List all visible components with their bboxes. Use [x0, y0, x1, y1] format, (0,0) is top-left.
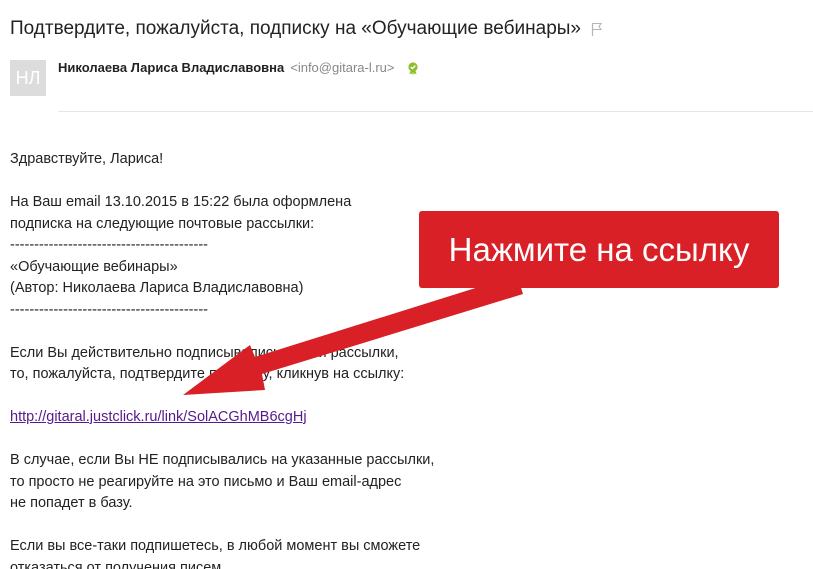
sender-name[interactable]: Николаева Лариса Владиславовна: [58, 60, 284, 75]
header-divider: [58, 111, 813, 112]
avatar[interactable]: НЛ: [10, 60, 46, 96]
email-body: Здравствуйте, Лариса! На Ваш email 13.10…: [10, 149, 434, 569]
confirm-link[interactable]: http://gitaral.justclick.ru/link/SolACGh…: [10, 409, 307, 425]
email-view: Подтвердите, пожалуйста, подписку на «Об…: [0, 0, 813, 569]
separator: ----------------------------------------…: [10, 237, 208, 253]
intro-line: подписка на следующие почтовые рассылки:: [10, 215, 315, 232]
list-name: «Обучающие вебинары»: [10, 258, 178, 275]
separator: ----------------------------------------…: [10, 301, 208, 318]
verified-icon: [406, 61, 420, 75]
intro-line: На Ваш email 13.10.2015 в 15:22 была офо…: [10, 194, 352, 210]
confirm-line: то, пожалуйста, подтвердите подписку, кл…: [10, 366, 405, 382]
annotation-callout: Нажмите на ссылку: [419, 211, 779, 288]
sender-info: Николаева Лариса Владиславовна <info@git…: [58, 60, 420, 75]
confirm-line: Если Вы действительно подписывались на э…: [10, 344, 399, 361]
sender-row: НЛ Николаева Лариса Владиславовна <info@…: [10, 60, 420, 96]
flag-icon[interactable]: [591, 22, 603, 36]
ignore-line: не попадет в базу.: [10, 495, 133, 511]
sender-email[interactable]: <info@gitara-l.ru>: [290, 60, 394, 75]
greeting: Здравствуйте, Лариса!: [10, 151, 164, 167]
unsubscribe-line: Если вы все-таки подпишетесь, в любой мо…: [10, 538, 421, 554]
subject-row: Подтвердите, пожалуйста, подписку на «Об…: [10, 18, 603, 40]
email-subject: Подтвердите, пожалуйста, подписку на «Об…: [10, 18, 581, 39]
list-author: (Автор: Николаева Лариса Владиславовна): [10, 280, 304, 296]
ignore-line: В случае, если Вы НЕ подписывались на ук…: [10, 452, 435, 468]
unsubscribe-line: отказаться от получения писем.: [10, 559, 226, 569]
ignore-line: то просто не реагируйте на это письмо и …: [10, 473, 402, 490]
